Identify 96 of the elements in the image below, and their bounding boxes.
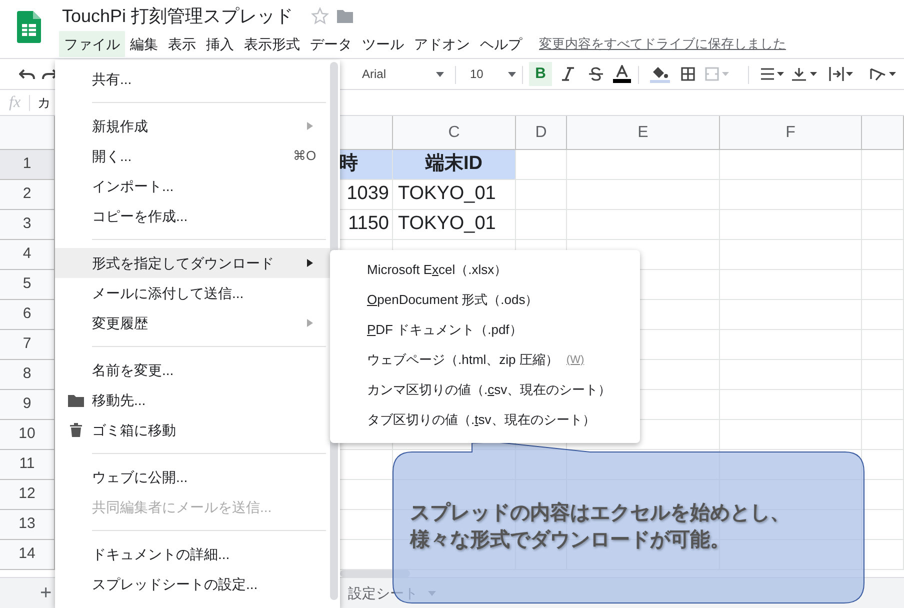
menu-item[interactable]: ドキュメントの詳細... [55,539,340,569]
italic-icon[interactable] [562,67,574,81]
formula-label: fx [9,92,21,112]
borders-icon[interactable] [681,67,695,81]
trash-icon [70,423,82,437]
strikethrough-icon[interactable] [589,67,603,81]
table-cell[interactable] [567,210,720,240]
menu-item[interactable]: 開く... ⌘O [55,141,340,171]
table-cell[interactable] [516,180,567,210]
table-cell[interactable] [862,360,904,390]
table-cell[interactable]: 端末ID [393,150,516,180]
table-cell[interactable] [567,180,720,210]
text-rotate-icon[interactable] [870,67,896,81]
table-cell[interactable] [862,270,904,300]
table-cell[interactable] [720,240,862,270]
table-cell[interactable] [516,210,567,240]
table-cell[interactable] [862,420,904,450]
document-title[interactable]: TouchPi 打刻管理スプレッド [62,2,294,30]
table-cell[interactable] [516,150,567,180]
table-cell[interactable] [720,300,862,330]
bold-button[interactable]: B [529,62,552,86]
row-header[interactable]: 1 [0,150,55,180]
font-size-dropdown[interactable]: 10 [470,65,484,83]
menu-item[interactable]: 表示形式 [239,31,305,57]
menu-item[interactable]: コピーを作成... [55,201,340,231]
table-cell[interactable] [720,150,862,180]
folder-icon[interactable] [336,8,354,24]
row-header[interactable]: 11 [0,450,55,480]
table-cell[interactable] [862,180,904,210]
menu-item[interactable]: データ [305,31,357,57]
table-cell[interactable] [720,270,862,300]
redo-icon[interactable] [42,69,58,79]
table-cell[interactable] [720,360,862,390]
table-cell[interactable] [862,330,904,360]
table-cell[interactable] [720,420,862,450]
undo-icon[interactable] [19,69,35,79]
row-header[interactable]: 3 [0,210,55,240]
row-header[interactable]: 8 [0,360,55,390]
align-icon[interactable] [760,67,784,81]
menu-item[interactable]: 挿入 [201,31,239,57]
column-header[interactable]: E [567,116,720,150]
table-cell[interactable] [862,300,904,330]
menu-item[interactable]: 形式を指定してダウンロード [55,248,340,278]
table-cell[interactable] [862,210,904,240]
column-header[interactable]: D [516,116,567,150]
menu-item[interactable]: ファイル [59,31,125,57]
table-cell[interactable] [862,240,904,270]
caret-icon[interactable] [436,72,444,76]
font-dropdown[interactable]: Arial [362,65,386,83]
row-header[interactable]: 4 [0,240,55,270]
add-sheet-button[interactable]: + [40,578,52,608]
row-header[interactable]: 2 [0,180,55,210]
menu-item[interactable]: インポート... [55,171,340,201]
merge-cells-icon[interactable] [705,67,729,81]
menu-item[interactable]: ツール [357,31,409,57]
row-header[interactable]: 12 [0,480,55,510]
row-header[interactable]: 5 [0,270,55,300]
row-header[interactable]: 6 [0,300,55,330]
menu-item[interactable]: ウェブページ（.html、zip 圧縮） (W) [330,345,640,375]
shortcut-text: (W) [566,352,584,368]
column-header[interactable] [862,116,904,150]
callout-text: スプレッドの内容はエクセルを始めとし、 様々な形式でダウンロードが可能。 [410,500,790,553]
menu-item[interactable]: ヘルプ [475,31,527,57]
save-status-link[interactable]: 変更内容をすべてドライブに保存しました [539,34,786,54]
table-cell[interactable] [862,150,904,180]
table-cell[interactable] [720,330,862,360]
row-header[interactable]: 10 [0,420,55,450]
fill-color-icon[interactable] [650,65,670,83]
table-cell[interactable] [720,390,862,420]
row-header[interactable]: 7 [0,330,55,360]
menu-item[interactable]: 表示 [163,31,201,57]
menu-item[interactable]: スプレッドシートの設定... [55,569,340,599]
menu-item[interactable]: 新規作成 [55,111,340,141]
vertical-align-icon[interactable] [791,67,817,81]
table-cell[interactable] [567,150,720,180]
star-icon[interactable] [311,7,330,25]
table-cell[interactable] [862,390,904,420]
menu-item[interactable]: 共有... [55,64,340,94]
table-cell[interactable]: TOKYO_01 [393,180,516,210]
formula-input[interactable]: カ [38,92,51,112]
menu-item[interactable]: 編集 [125,31,163,57]
menu-item[interactable]: ウェブに公開... [55,462,340,492]
row-header[interactable]: 9 [0,390,55,420]
table-cell[interactable]: TOKYO_01 [393,210,516,240]
caret-icon[interactable] [508,72,516,76]
table-cell[interactable] [720,180,862,210]
text-color-icon[interactable] [613,65,631,83]
row-header[interactable]: 13 [0,510,55,540]
row-header[interactable]: 14 [0,540,55,570]
folder-icon [68,394,84,407]
shortcut-text: ⌘O [293,147,316,166]
text-wrap-icon[interactable] [829,66,853,82]
menu-item[interactable]: アドオン [409,31,475,57]
column-header[interactable]: F [720,116,862,150]
table-cell[interactable] [720,210,862,240]
sheets-logo-icon[interactable] [17,11,41,43]
